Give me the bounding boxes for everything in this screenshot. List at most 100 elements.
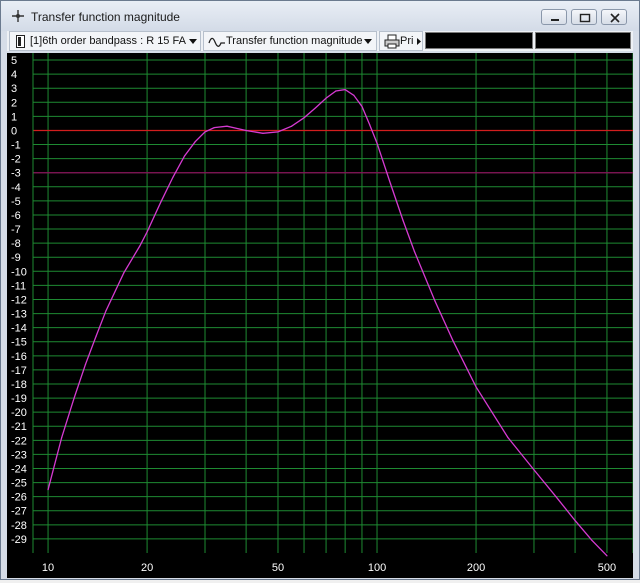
crosshair-icon xyxy=(12,10,24,22)
y-tick-label: -24 xyxy=(11,463,27,475)
y-tick-label: -14 xyxy=(11,323,27,335)
y-tick-label: -4 xyxy=(11,182,21,194)
data-point xyxy=(95,335,97,337)
y-tick-label: -2 xyxy=(11,154,21,166)
x-tick-label: 50 xyxy=(272,562,284,574)
y-tick-label: -20 xyxy=(11,407,27,419)
project-select[interactable]: [1]6th order bandpass : R 15 FA xyxy=(9,31,201,51)
plot-area[interactable]: 5 4 3 2 1 0 -1 -2 -3 -4 -5 -6 -7 -8 -9 -10 -11 -12 -13 -14-… xyxy=(7,53,634,578)
y-tick-label: 0 xyxy=(11,125,17,137)
data-point xyxy=(183,155,186,157)
waveform-icon xyxy=(208,37,225,47)
data-point xyxy=(475,386,477,388)
y-tick-label: -28 xyxy=(11,520,27,532)
data-point xyxy=(533,469,535,471)
y-tick-label: -29 xyxy=(11,534,27,546)
y-tick-label: -10 xyxy=(11,266,27,278)
y-tick-label: -18 xyxy=(11,379,27,391)
maximize-icon xyxy=(579,13,591,23)
data-point xyxy=(84,363,87,365)
chevron-down-icon[interactable] xyxy=(361,32,375,50)
data-point xyxy=(291,125,293,127)
x-tick-label: 20 xyxy=(141,562,153,574)
y-tick-label: -26 xyxy=(11,492,27,504)
y-tick-label: 1 xyxy=(11,111,17,123)
chevron-down-icon[interactable] xyxy=(186,32,200,50)
y-tick-label: 5 xyxy=(11,55,17,67)
title-bar[interactable]: Transfer function magnitude xyxy=(1,1,639,31)
status-field-2 xyxy=(535,32,631,49)
chevron-right-icon[interactable] xyxy=(416,37,422,46)
maximize-button[interactable] xyxy=(571,9,597,25)
data-point xyxy=(105,310,107,312)
data-point xyxy=(344,89,346,91)
data-point xyxy=(606,555,608,557)
y-tick-label: -11 xyxy=(11,280,26,292)
y-tick-label: -21 xyxy=(11,421,27,433)
y-tick-label: 4 xyxy=(11,69,17,81)
data-point xyxy=(402,220,404,222)
view-select[interactable]: Transfer function magnitude xyxy=(203,31,377,51)
y-tick-label: -25 xyxy=(11,478,27,490)
data-point xyxy=(413,250,416,253)
y-tick-label: -9 xyxy=(11,252,21,264)
data-point xyxy=(262,132,264,134)
data-point xyxy=(434,300,436,302)
x-tick-label: 200 xyxy=(467,562,485,574)
y-tick-label: -15 xyxy=(11,337,27,349)
data-point xyxy=(376,142,378,144)
data-point xyxy=(194,141,196,143)
y-tick-label: -3 xyxy=(11,168,21,180)
data-point xyxy=(591,539,593,541)
y-tick-label: -8 xyxy=(11,238,21,250)
data-point xyxy=(61,436,63,439)
close-icon xyxy=(610,13,620,23)
y-tick-label: -5 xyxy=(11,196,21,208)
x-tick-label: 100 xyxy=(368,562,386,574)
data-point xyxy=(160,201,162,203)
minimize-button[interactable] xyxy=(541,9,567,25)
data-point xyxy=(369,124,371,126)
data-point xyxy=(303,117,305,119)
data-point xyxy=(146,231,148,233)
y-tick-label: 3 xyxy=(11,83,17,95)
data-point xyxy=(226,125,228,127)
data-point xyxy=(390,183,392,185)
data-point xyxy=(139,245,141,247)
print-label: Pri xyxy=(400,35,414,47)
data-point xyxy=(507,436,509,439)
y-tick-label: -7 xyxy=(11,224,21,236)
data-point xyxy=(73,397,75,399)
data-point xyxy=(47,489,49,491)
close-button[interactable] xyxy=(601,9,627,25)
data-point xyxy=(314,107,317,109)
y-tick-label: -12 xyxy=(11,294,27,306)
data-point xyxy=(245,129,247,132)
magnitude-chart[interactable]: 543210-1-2-3-4-5-6-7-8-9-10-11-12-13-14-… xyxy=(7,53,634,578)
data-point xyxy=(172,176,174,178)
document-icon xyxy=(16,35,25,48)
y-tick-label: -22 xyxy=(11,435,27,447)
y-tick-label: -13 xyxy=(11,309,27,321)
toolbar: [1]6th order bandpass : R 15 FA Transfer… xyxy=(7,31,633,51)
printer-icon xyxy=(384,34,400,49)
y-tick-label: -23 xyxy=(11,449,27,461)
print-button[interactable]: Pri xyxy=(379,31,423,51)
y-tick-label: -1 xyxy=(11,140,21,152)
status-field-1 xyxy=(425,32,533,49)
y-tick-label: -19 xyxy=(11,393,27,405)
data-point xyxy=(353,94,355,96)
y-tick-label: -27 xyxy=(11,506,27,518)
data-point xyxy=(452,339,454,341)
transfer-function-window: Transfer function magnitude [1]6th order… xyxy=(0,0,640,580)
data-point xyxy=(123,272,125,274)
x-tick-label: 500 xyxy=(598,562,616,574)
window-title: Transfer function magnitude xyxy=(31,10,180,24)
y-tick-label: -17 xyxy=(11,365,27,377)
data-point xyxy=(361,105,363,108)
data-point xyxy=(335,90,337,92)
y-tick-label: -16 xyxy=(11,351,27,363)
minimize-icon xyxy=(551,19,559,21)
y-tick-label: 2 xyxy=(11,97,17,109)
data-point xyxy=(213,127,215,129)
